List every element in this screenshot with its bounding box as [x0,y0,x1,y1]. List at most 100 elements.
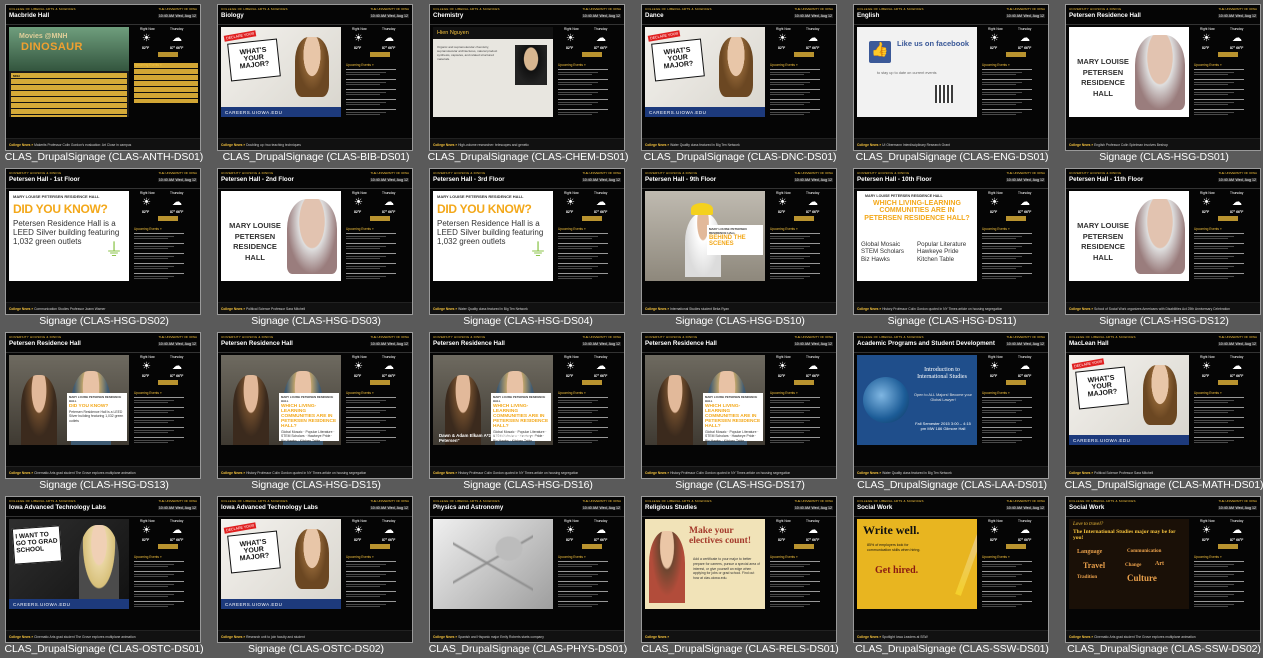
signage-tile[interactable]: UNIVERSITY HOUSING & DINING THE UNIVERSIT… [1062,1,1263,165]
weather-now-label: Right Now [776,519,791,523]
signage-tile[interactable]: COLLEGE OF LIBERAL ARTS & SCIENCES THE UN… [850,329,1060,493]
signage-screen[interactable]: COLLEGE OF LIBERAL ARTS & SCIENCES THE UN… [429,496,625,643]
signage-screen[interactable]: COLLEGE OF LIBERAL ARTS & SCIENCES THE UN… [217,4,413,151]
signage-tile[interactable]: COLLEGE OF LIBERAL ARTS & SCIENCES THE UN… [2,493,212,657]
signage-screen[interactable]: UNIVERSITY HOUSING & DINING THE UNIVERSIT… [641,168,837,315]
hall-name: MARY LOUISE PETERSEN RESIDENCE HALL [1077,221,1129,262]
header-divider [6,516,200,517]
signage-tile[interactable]: COLLEGE OF LIBERAL ARTS & SCIENCES THE UN… [214,493,424,657]
cloud-icon: ☁ [1232,33,1242,44]
signage-screen[interactable]: COLLEGE OF LIBERAL ARTS & SCIENCES THE UN… [1065,496,1261,643]
news-label: College News » [857,635,882,639]
department-name: Iowa Advanced Technology Labs [9,504,106,511]
event-item [982,69,1044,77]
signage-screen[interactable]: COLLEGE OF LIBERAL ARTS & SCIENCES THE UN… [5,4,201,151]
event-item [346,109,408,117]
signage-tile[interactable]: UNIVERSITY HOUSING & DINING THE UNIVERSIT… [2,165,212,329]
portrait-photo [287,199,337,274]
signage-tile[interactable]: COLLEGE OF LIBERAL ARTS & SCIENCES THE UN… [850,1,1060,165]
slide-heading: MARY LOUISE PETERSEN RESIDENCE HALL [437,194,524,199]
signage-screen[interactable]: COLLEGE OF LIBERAL ARTS & SCIENCES THE UN… [1065,332,1261,479]
signage-tile[interactable]: UNIVERSITY HOUSING & DINING THE UNIVERSIT… [638,329,848,493]
signage-screen[interactable]: COLLEGE OF LIBERAL ARTS & SCIENCES THE UN… [641,4,837,151]
signage-screen[interactable]: UNIVERSITY HOUSING & DINING THE UNIVERSIT… [641,332,837,479]
sun-icon: ☀ [778,197,787,208]
temp-next: 87° 66°F [382,210,396,214]
careers-banner: CAREERS.UIOWA.EDU [645,107,765,117]
signage-screen[interactable]: COLLEGE OF LIBERAL ARTS & SCIENCES THE UN… [641,496,837,643]
sun-icon: ☀ [142,33,151,44]
sun-icon: ☀ [778,33,787,44]
schedule-table [11,73,127,117]
news-headline: History Professor Colin Gordon quoted in… [458,471,579,475]
event-item [1194,561,1256,569]
signage-tile[interactable]: COLLEGE OF LIBERAL ARTS & SCIENCES THE UN… [426,493,636,657]
signage-tile[interactable]: COLLEGE OF LIBERAL ARTS & SCIENCES THE UN… [850,493,1060,657]
faculty-bio: Organic and supramolecular chemistry, su… [437,45,498,62]
signage-tile[interactable]: UNIVERSITY HOUSING & DINING THE UNIVERSIT… [1062,165,1263,329]
student-photo [649,531,685,603]
signage-tile[interactable]: COLLEGE OF LIBERAL ARTS & SCIENCES THE UN… [214,1,424,165]
news-headline: History Professor Colin Gordon quoted in… [882,307,1003,311]
panel-body: Petersen Residence Hall is a LEED Silver… [69,410,124,423]
signage-tile[interactable]: UNIVERSITY HOUSING & DINING THE UNIVERSIT… [426,329,636,493]
signage-screen[interactable]: UNIVERSITY HOUSING & DINING THE UNIVERSIT… [1065,4,1261,151]
signage-screen[interactable]: UNIVERSITY HOUSING & DINING THE UNIVERSIT… [217,332,413,479]
event-item [1194,243,1256,251]
major-sign: WHAT'S YOUR MAJOR? [1075,366,1129,410]
signage-tile[interactable]: COLLEGE OF LIBERAL ARTS & SCIENCES THE UN… [1062,329,1263,493]
signage-screen[interactable]: UNIVERSITY HOUSING & DINING THE UNIVERSIT… [5,332,201,479]
signage-screen[interactable]: UNIVERSITY HOUSING & DINING THE UNIVERSIT… [5,168,201,315]
signage-header: UNIVERSITY HOUSING & DINING THE UNIVERSIT… [1066,5,1260,25]
event-item [982,417,1044,425]
signage-screen[interactable]: COLLEGE OF LIBERAL ARTS & SCIENCES THE UN… [853,332,1049,479]
signage-tile[interactable]: COLLEGE OF LIBERAL ARTS & SCIENCES THE UN… [2,1,212,165]
signage-screen[interactable]: COLLEGE OF LIBERAL ARTS & SCIENCES THE UN… [853,4,1049,151]
college-tag: UNIVERSITY HOUSING & DINING [645,171,698,175]
signage-header: COLLEGE OF LIBERAL ARTS & SCIENCES THE UN… [854,5,1048,25]
event-item [770,407,832,415]
news-label: College News » [221,307,246,311]
panel-heading: MARY LOUISE PETERSEN RESIDENCE HALL [705,395,758,403]
signage-screen[interactable]: UNIVERSITY HOUSING & DINING THE UNIVERSIT… [217,168,413,315]
signage-screen[interactable]: UNIVERSITY HOUSING & DINING THE UNIVERSIT… [429,332,625,479]
weather-next-label: Thursday [1230,27,1244,31]
signage-screen[interactable]: COLLEGE OF LIBERAL ARTS & SCIENCES THE UN… [429,4,625,151]
signage-screen[interactable]: UNIVERSITY HOUSING & DINING THE UNIVERSIT… [1065,168,1261,315]
signage-tile[interactable]: COLLEGE OF LIBERAL ARTS & SCIENCES THE UN… [638,1,848,165]
event-item [346,397,408,405]
major-sign: WHAT'S YOUR MAJOR? [227,530,281,574]
main-slide: DECLARE YOUR WHAT'S YOUR MAJOR? CAREERS.UI… [645,27,765,117]
temp-now: 82°F [142,538,150,542]
signage-screen[interactable]: COLLEGE OF LIBERAL ARTS & SCIENCES THE UN… [5,496,201,643]
signage-tile[interactable]: UNIVERSITY HOUSING & DINING THE UNIVERSIT… [850,165,1060,329]
temp-now: 82°F [566,46,574,50]
upcoming-events-heading: Upcoming Events » [982,391,1010,395]
signage-tile[interactable]: UNIVERSITY HOUSING & DINING THE UNIVERSIT… [214,165,424,329]
signage-screen[interactable]: COLLEGE OF LIBERAL ARTS & SCIENCES THE UN… [217,496,413,643]
signage-screen[interactable]: COLLEGE OF LIBERAL ARTS & SCIENCES THE UN… [853,496,1049,643]
signage-screen[interactable]: UNIVERSITY HOUSING & DINING THE UNIVERSIT… [429,168,625,315]
event-item [982,109,1044,117]
signage-screen[interactable]: UNIVERSITY HOUSING & DINING THE UNIVERSIT… [853,168,1049,315]
event-item [558,427,620,435]
news-label: College News » [645,471,670,475]
signage-tile[interactable]: UNIVERSITY HOUSING & DINING THE UNIVERSIT… [426,165,636,329]
sun-icon: ☀ [354,33,363,44]
department-name: Social Work [1069,504,1105,511]
college-tag: COLLEGE OF LIBERAL ARTS & SCIENCES [433,7,500,11]
event-item [346,427,408,435]
signage-tile[interactable]: UNIVERSITY HOUSING & DINING THE UNIVERSIT… [638,165,848,329]
signage-tile[interactable]: UNIVERSITY HOUSING & DINING THE UNIVERSIT… [2,329,212,493]
signage-tile[interactable]: UNIVERSITY HOUSING & DINING THE UNIVERSIT… [214,329,424,493]
plug-icon: ⏚ [529,240,547,260]
signage-tile[interactable]: COLLEGE OF LIBERAL ARTS & SCIENCES THE UN… [426,1,636,165]
signage-tile[interactable]: COLLEGE OF LIBERAL ARTS & SCIENCES THE UN… [638,493,848,657]
museum-tag: MNH [13,74,20,78]
college-tag: COLLEGE OF LIBERAL ARTS & SCIENCES [645,7,712,11]
main-slide: Hien Nguyen Organic and supramolecular ch… [433,27,553,117]
upcoming-events-heading: Upcoming Events » [1194,63,1222,67]
community-item: Global Mosaic [861,241,901,248]
tile-caption: Signage (CLAS-HSG-DS13) [39,479,169,491]
signage-tile[interactable]: COLLEGE OF LIBERAL ARTS & SCIENCES THE UN… [1062,493,1263,657]
